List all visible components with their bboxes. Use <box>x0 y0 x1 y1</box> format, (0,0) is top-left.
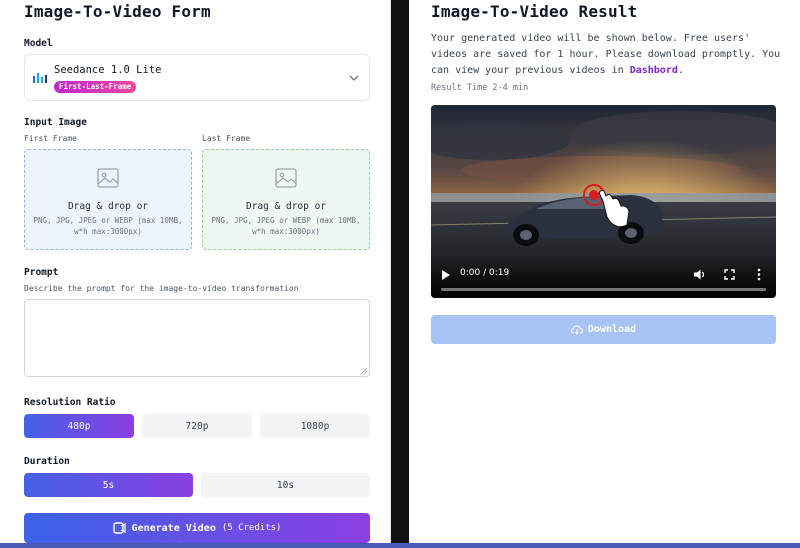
first-frame-label: First Frame <box>24 134 77 143</box>
model-label: Model <box>24 38 53 49</box>
first-frame-drop-hint: PNG, JPG, JPEG or WEBP (max 10MB, w*h ma… <box>33 216 183 236</box>
generate-credits: (5 Credits) <box>221 523 282 533</box>
model-name: Seedance 1.0 Lite <box>54 64 162 76</box>
video-progress-bar[interactable] <box>441 288 766 291</box>
chevron-down-icon <box>349 75 359 81</box>
prompt-input[interactable] <box>24 299 370 377</box>
generate-video-button[interactable]: Generate Video (5 Credits) <box>24 513 370 543</box>
window-bottom-bar <box>0 543 800 548</box>
prompt-label: Prompt <box>24 267 59 278</box>
page-shell: Image-To-Video Form Model Seedance 1.0 L… <box>0 0 800 548</box>
image-to-video-form: Image-To-Video Form Model Seedance 1.0 L… <box>8 0 391 548</box>
video-generate-icon <box>112 522 126 534</box>
model-mode-badge: First-Last-Frame <box>54 81 137 93</box>
resolution-480p-button[interactable]: 480p <box>24 414 134 438</box>
resolution-720p-button[interactable]: 720p <box>142 414 252 438</box>
form-title: Image-To-Video Form <box>24 2 211 21</box>
duration-10s-button[interactable]: 10s <box>201 473 370 497</box>
video-controls: 0:00 / 0:19 <box>431 255 776 298</box>
result-description: Your generated video will be shown below… <box>431 31 791 79</box>
model-logo-icon <box>33 73 47 83</box>
duration-5s-button[interactable]: 5s <box>24 473 193 497</box>
result-title: Image-To-Video Result <box>431 2 638 21</box>
resize-handle-icon[interactable] <box>360 367 368 375</box>
dashboard-link[interactable]: Dashbord <box>630 65 678 76</box>
last-frame-label: Last Frame <box>202 134 251 143</box>
fullscreen-icon[interactable] <box>724 269 735 280</box>
volume-icon[interactable] <box>693 268 706 281</box>
generate-video-label: Generate Video <box>131 522 216 534</box>
last-frame-drop-title: Drag & drop or <box>245 201 327 212</box>
duration-label: Duration <box>24 456 70 467</box>
cloud-download-icon <box>570 324 583 335</box>
image-to-video-result: Image-To-Video Result Your generated vid… <box>409 0 800 548</box>
more-options-icon[interactable] <box>757 268 761 281</box>
play-icon[interactable] <box>441 269 451 281</box>
download-label: Download <box>587 324 637 335</box>
video-time: 0:00 / 0:19 <box>460 268 510 278</box>
image-icon <box>275 168 297 188</box>
last-frame-dropzone[interactable]: Drag & drop or PNG, JPG, JPEG or WEBP (m… <box>202 149 370 250</box>
result-description-end: . <box>677 65 684 76</box>
model-select[interactable]: Seedance 1.0 Lite First-Last-Frame <box>24 54 370 101</box>
resolution-label: Resolution Ratio <box>24 397 116 408</box>
first-frame-drop-title: Drag & drop or <box>67 201 149 212</box>
prompt-description: Describe the prompt for the image-to-vid… <box>24 284 299 293</box>
image-icon <box>97 168 119 188</box>
result-description-text: Your generated video will be shown below… <box>431 33 781 76</box>
resolution-1080p-button[interactable]: 1080p <box>260 414 370 438</box>
video-player[interactable]: 0:00 / 0:19 <box>431 105 776 298</box>
input-image-label: Input Image <box>24 117 87 128</box>
first-frame-dropzone[interactable]: Drag & drop or PNG, JPG, JPEG or WEBP (m… <box>24 149 192 250</box>
download-button[interactable]: Download <box>431 315 776 344</box>
panel-divider <box>391 0 409 548</box>
last-frame-drop-hint: PNG, JPG, JPEG or WEBP (max 10MB, w*h ma… <box>211 216 361 236</box>
result-time-note: Result Time 2-4 min <box>431 83 529 93</box>
